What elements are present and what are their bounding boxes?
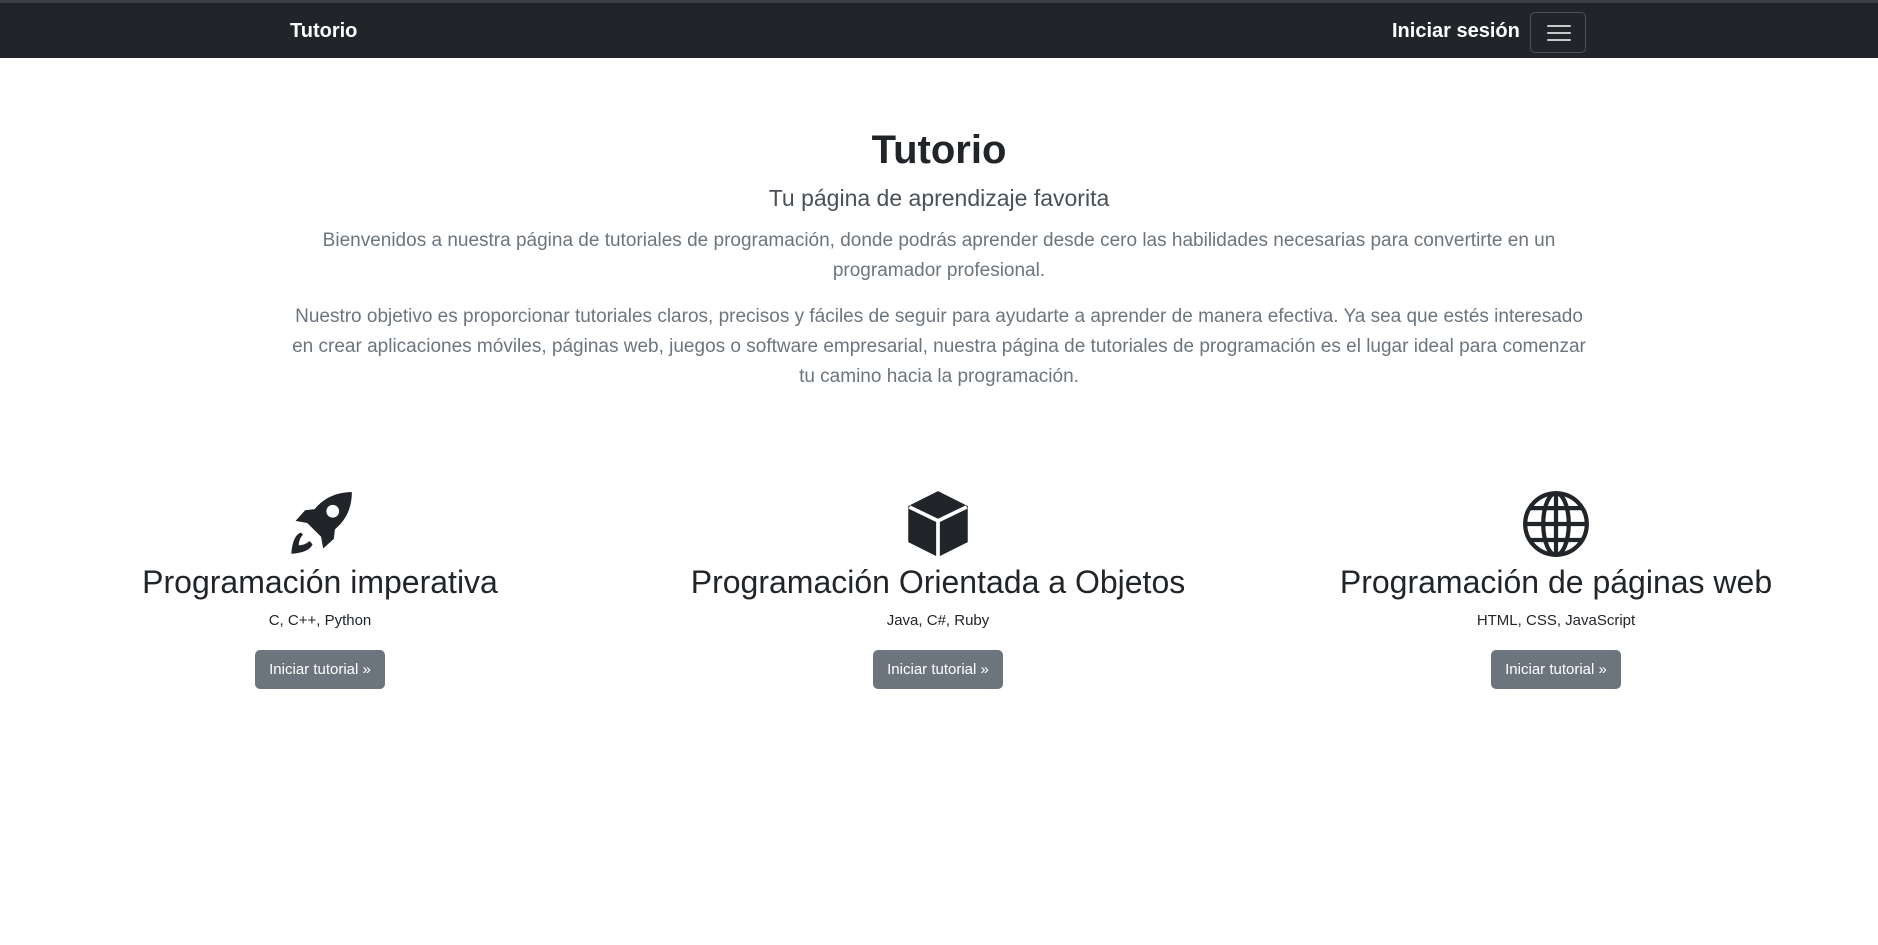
page-title: Tutorio (871, 128, 1007, 172)
hero-section: Tutorio Tu página de aprendizaje favorit… (0, 120, 1878, 392)
feature-web: Programación de páginas web HTML, CSS, J… (1276, 490, 1836, 689)
feature-languages: C, C++, Python (268, 612, 372, 629)
feature-imperative: Programación imperativa C, C++, Python I… (40, 490, 600, 689)
objective-paragraph: Nuestro objetivo es proporcionar tutoria… (292, 306, 1586, 387)
feature-languages: Java, C#, Ruby (886, 612, 990, 629)
feature-title: Programación Orientada a Objetos (690, 564, 1186, 600)
feature-oop: Programación Orientada a Objetos Java, C… (658, 490, 1218, 689)
navbar: Tutorio Iniciar sesión (0, 0, 1878, 58)
intro-paragraph: Bienvenidos a nuestra página de tutorial… (322, 230, 1556, 281)
rocket-icon (291, 492, 352, 554)
globe-icon (1523, 491, 1589, 557)
navbar-toggler-button[interactable] (1530, 12, 1586, 53)
start-tutorial-button[interactable]: Iniciar tutorial » (1491, 650, 1621, 689)
feature-languages: HTML, CSS, JavaScript (1476, 612, 1636, 629)
feature-title: Programación de páginas web (1339, 564, 1773, 600)
start-tutorial-button[interactable]: Iniciar tutorial » (255, 650, 385, 689)
brand-link[interactable]: Tutorio (290, 20, 357, 43)
login-link[interactable]: Iniciar sesión (1392, 20, 1520, 43)
box-icon (908, 491, 968, 557)
feature-title: Programación imperativa (142, 564, 498, 600)
page-subtitle: Tu página de aprendizaje favorita (768, 185, 1110, 211)
start-tutorial-button[interactable]: Iniciar tutorial » (873, 650, 1003, 689)
